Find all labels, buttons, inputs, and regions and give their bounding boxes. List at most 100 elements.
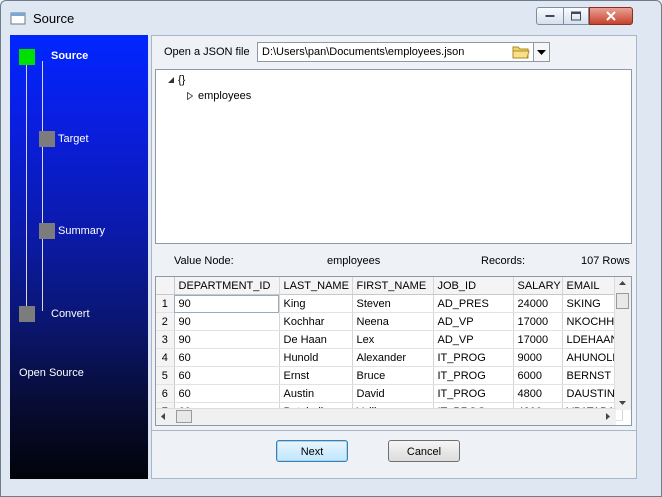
column-header[interactable]: EMAIL [562, 277, 623, 295]
table-cell[interactable]: 60 [174, 384, 280, 403]
row-number: 1 [156, 294, 175, 313]
table-cell[interactable]: AD_VP [433, 330, 514, 349]
file-history-dropdown[interactable] [533, 42, 550, 62]
table-cell[interactable]: Ernst [279, 366, 353, 385]
step-marker-convert [19, 306, 35, 322]
scroll-up-icon[interactable] [619, 281, 626, 285]
chevron-down-icon [537, 50, 546, 55]
table-row[interactable]: 2 90 Kochhar Neena AD_VP 17000 NKOCHHA [156, 312, 623, 331]
table-cell[interactable]: David [352, 384, 434, 403]
step-connector [26, 61, 27, 311]
close-button[interactable] [589, 7, 633, 25]
expand-arrow-icon[interactable] [187, 92, 193, 100]
table-row[interactable]: 5 60 Ernst Bruce IT_PROG 6000 BERNST [156, 366, 623, 385]
table-cell[interactable]: Austin [279, 384, 353, 403]
table-cell[interactable]: Hunold [279, 348, 353, 367]
window-title: Source [33, 11, 75, 26]
step-description: Open Source [19, 367, 84, 379]
wizard-window: Source Source Target Summary Convert Ope… [0, 0, 662, 497]
table-cell[interactable]: BERNST [562, 366, 623, 385]
table-row[interactable]: 3 90 De Haan Lex AD_VP 17000 LDEHAAN [156, 330, 623, 349]
table-cell[interactable]: 6000 [513, 366, 563, 385]
table-cell[interactable]: 9000 [513, 348, 563, 367]
collapse-arrow-icon[interactable] [168, 77, 175, 84]
step-marker-target [39, 131, 55, 147]
column-header[interactable]: JOB_ID [433, 277, 514, 295]
table-cell[interactable]: 60 [174, 348, 280, 367]
step-label-target: Target [58, 133, 89, 145]
vertical-scroll-thumb[interactable] [616, 293, 629, 309]
scroll-left-icon[interactable] [161, 413, 165, 420]
records-value: 107 Rows [581, 255, 630, 267]
vertical-scrollbar[interactable] [614, 277, 631, 410]
table-cell[interactable]: AD_VP [433, 312, 514, 331]
row-number: 2 [156, 312, 175, 331]
table-cell[interactable]: 17000 [513, 330, 563, 349]
row-number: 3 [156, 330, 175, 349]
horizontal-scroll-thumb[interactable] [176, 410, 192, 423]
table-cell[interactable]: 90 [174, 330, 280, 349]
table-cell[interactable]: IT_PROG [433, 348, 514, 367]
records-table: DEPARTMENT_ID LAST_NAME FIRST_NAME JOB_I… [156, 277, 623, 421]
json-tree-view[interactable]: {} employees [155, 69, 632, 244]
step-marker-source [19, 49, 35, 65]
step-connector [42, 61, 43, 311]
scroll-right-icon[interactable] [606, 413, 610, 420]
table-cell[interactable]: 24000 [513, 294, 563, 313]
horizontal-scrollbar[interactable] [156, 408, 616, 425]
file-path-input[interactable]: D:\Users\pan\Documents\employees.json [257, 42, 549, 62]
step-marker-summary [39, 223, 55, 239]
folder-open-icon[interactable] [512, 44, 530, 60]
table-cell[interactable]: De Haan [279, 330, 353, 349]
table-cell[interactable]: LDEHAAN [562, 330, 623, 349]
table-cell[interactable]: Bruce [352, 366, 434, 385]
records-label: Records: [481, 255, 526, 267]
tree-node-root[interactable]: {} [178, 74, 185, 86]
table-cell[interactable]: 90 [174, 312, 280, 331]
table-cell[interactable]: 4800 [513, 384, 563, 403]
tree-node-employees[interactable]: employees [198, 90, 251, 102]
scroll-down-icon[interactable] [619, 401, 626, 405]
row-number: 5 [156, 366, 175, 385]
maximize-icon [571, 11, 581, 21]
next-button[interactable]: Next [276, 440, 348, 462]
table-cell[interactable]: AD_PRES [433, 294, 514, 313]
file-path-value: D:\Users\pan\Documents\employees.json [262, 46, 465, 58]
step-label-convert: Convert [51, 308, 90, 320]
step-label-summary: Summary [58, 225, 106, 237]
table-cell[interactable]: 60 [174, 366, 280, 385]
table-cell[interactable]: 17000 [513, 312, 563, 331]
source-page: Open a JSON file D:\Users\pan\Documents\… [151, 35, 637, 479]
table-cell[interactable]: Lex [352, 330, 434, 349]
cancel-button[interactable]: Cancel [388, 440, 460, 462]
table-cell[interactable]: Alexander [352, 348, 434, 367]
column-header[interactable]: DEPARTMENT_ID [174, 277, 280, 295]
table-row[interactable]: 4 60 Hunold Alexander IT_PROG 9000 AHUNOLD [156, 348, 623, 367]
column-header[interactable]: SALARY [513, 277, 563, 295]
button-bar: Next Cancel [152, 430, 636, 479]
table-cell[interactable]: Neena [352, 312, 434, 331]
wizard-steps-panel: Source Target Summary Convert Open Sourc… [10, 35, 148, 479]
table-row[interactable]: 6 60 Austin David IT_PROG 4800 DAUSTIN [156, 384, 623, 403]
row-number: 4 [156, 348, 175, 367]
table-cell[interactable]: SKING [562, 294, 623, 313]
column-header[interactable]: LAST_NAME [279, 277, 353, 295]
close-icon [606, 11, 616, 21]
table-cell[interactable]: DAUSTIN [562, 384, 623, 403]
maximize-button[interactable] [563, 7, 589, 25]
records-grid[interactable]: DEPARTMENT_ID LAST_NAME FIRST_NAME JOB_I… [155, 276, 632, 426]
table-cell[interactable]: AHUNOLD [562, 348, 623, 367]
value-node-label: Value Node: [174, 255, 234, 267]
minimize-button[interactable] [536, 7, 563, 25]
table-cell[interactable]: Kochhar [279, 312, 353, 331]
table-cell[interactable]: Steven [352, 294, 434, 313]
column-header[interactable]: FIRST_NAME [352, 277, 434, 295]
json-file-label: Open a JSON file [164, 46, 250, 58]
table-row[interactable]: 1 90 King Steven AD_PRES 24000 SKING [156, 294, 623, 313]
table-cell[interactable]: King [279, 294, 353, 313]
table-cell[interactable]: IT_PROG [433, 366, 514, 385]
table-cell[interactable]: IT_PROG [433, 384, 514, 403]
step-label-source: Source [51, 50, 89, 62]
table-cell[interactable]: NKOCHHA [562, 312, 623, 331]
table-cell[interactable]: 90 [174, 294, 280, 313]
